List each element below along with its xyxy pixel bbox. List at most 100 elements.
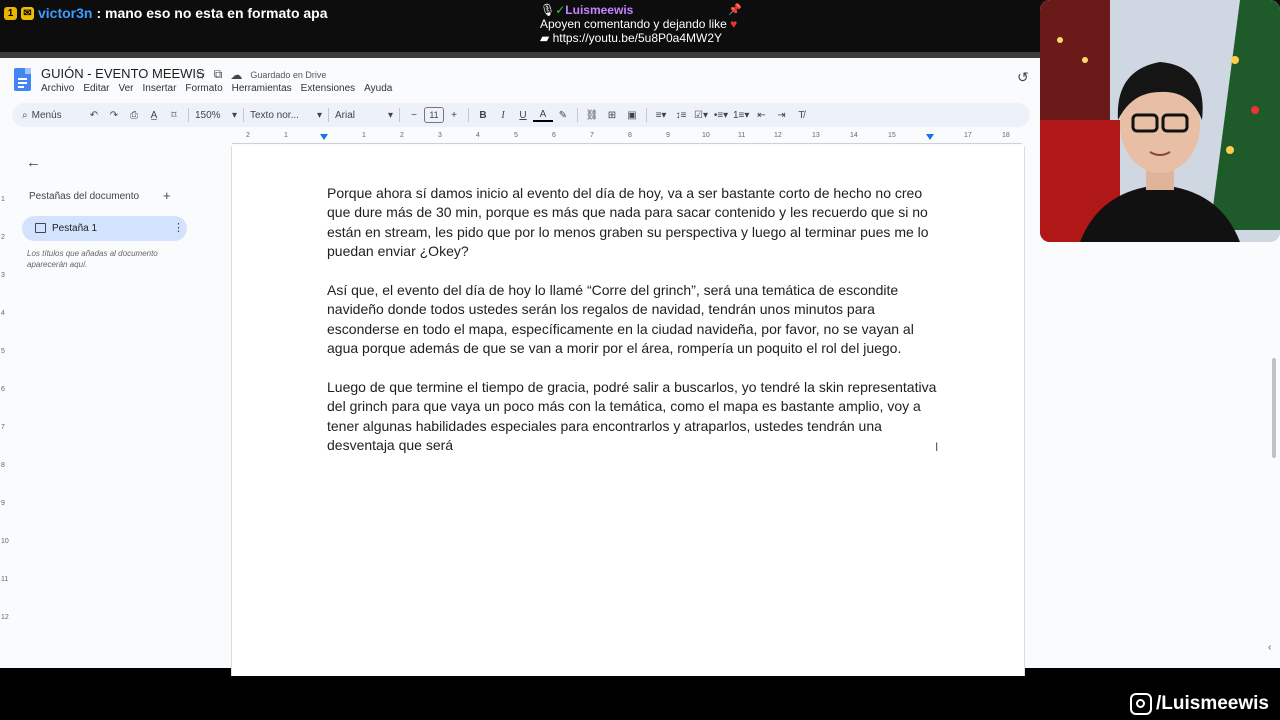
menu-insertar[interactable]: Insertar	[143, 83, 177, 94]
ruler-tick: 12	[774, 132, 782, 139]
menu-bar: Archivo Editar Ver Insertar Formato Herr…	[41, 83, 392, 94]
ruler-tick: 9	[666, 132, 670, 139]
comment-icon[interactable]: ⊞	[602, 105, 622, 125]
increase-indent-icon[interactable]: ⇥	[771, 105, 791, 125]
verified-icon: ✓	[555, 3, 566, 17]
more-options-icon[interactable]: ⋮	[173, 221, 184, 234]
chat-text: : mano eso no esta en formato apa	[96, 5, 328, 21]
ruler-tick: 3	[1, 272, 5, 279]
document-title[interactable]: GUIÓN - EVENTO MEEWIS	[41, 66, 205, 81]
webcam-feed	[1040, 0, 1280, 242]
chevron-down-icon: ▾	[387, 109, 393, 121]
print-icon[interactable]: ⎙	[124, 105, 144, 125]
sub-badge-icon: 1	[4, 6, 17, 20]
spellcheck-icon[interactable]: A̲	[144, 105, 164, 125]
redo-icon[interactable]: ↷	[104, 105, 124, 125]
ruler-tick: 2	[1, 234, 5, 241]
document-tabs-sidebar: ← Pestañas del documento + Pestaña 1 ⋮ L…	[12, 146, 212, 666]
title-actions: ☆ ⧉ ☁ Guardado en Drive	[195, 67, 326, 82]
ruler-tick: 1	[362, 132, 366, 139]
gift-badge-icon: ✉	[21, 6, 34, 20]
social-handle-text: /Luismeewis	[1156, 693, 1269, 714]
cloud-saved-icon[interactable]: ☁	[230, 68, 242, 82]
pinned-link[interactable]: https://youtu.be/5u8P0a4MW2Y	[553, 31, 722, 45]
menu-ver[interactable]: Ver	[118, 83, 133, 94]
version-history-icon[interactable]: ↺	[1017, 69, 1029, 86]
numbered-list-icon[interactable]: 1≡▾	[731, 105, 751, 125]
social-handle: /Luismeewis	[1130, 693, 1269, 715]
clear-formatting-icon[interactable]: T̸	[791, 105, 811, 125]
document-body[interactable]: Porque ahora sí damos inicio al evento d…	[327, 184, 937, 475]
saved-status: Guardado en Drive	[250, 69, 327, 80]
menu-extensiones[interactable]: Extensiones	[301, 83, 355, 94]
underline-icon[interactable]: U	[513, 105, 533, 125]
back-arrow-icon[interactable]: ←	[26, 154, 41, 171]
heart-icon: ♥	[730, 17, 738, 31]
ruler-tick: 9	[1, 500, 5, 507]
ruler-tick: 12	[1, 614, 9, 621]
ruler-tick: 1	[284, 132, 288, 139]
toolbar-divider	[577, 108, 578, 122]
paint-format-icon[interactable]: ⌑	[164, 105, 184, 125]
increase-font-size-icon[interactable]: +	[444, 105, 464, 125]
decrease-font-size-icon[interactable]: −	[404, 105, 424, 125]
menu-ayuda[interactable]: Ayuda	[364, 83, 392, 94]
ornament	[1231, 56, 1239, 64]
italic-icon[interactable]: I	[493, 105, 513, 125]
search-menus-button[interactable]: ⌕ Menús	[12, 105, 84, 125]
scrollbar-thumb[interactable]	[1272, 358, 1276, 458]
undo-icon[interactable]: ↶	[84, 105, 104, 125]
document-page[interactable]: Porque ahora sí damos inicio al evento d…	[231, 146, 1025, 676]
move-folder-icon[interactable]: ⧉	[214, 67, 223, 82]
bulleted-list-icon[interactable]: •≡▾	[711, 105, 731, 125]
link-icon[interactable]: ⛓	[582, 105, 602, 125]
paragraph[interactable]: Porque ahora sí damos inicio al evento d…	[327, 184, 937, 262]
light	[1057, 37, 1063, 43]
chevron-left-icon[interactable]: ‹	[1268, 642, 1271, 653]
highlight-icon[interactable]: ✎	[553, 105, 573, 125]
docs-logo-icon[interactable]	[14, 68, 31, 91]
paragraph[interactable]: Luego de que termine el tiempo de gracia…	[327, 378, 937, 456]
bold-icon[interactable]: B	[473, 105, 493, 125]
text-color-icon[interactable]: A	[533, 108, 553, 122]
ruler-tick: 6	[552, 132, 556, 139]
add-tab-icon[interactable]: +	[163, 188, 171, 203]
horizontal-ruler[interactable]: 2 1 1 2 3 4 5 6 7 8 9 10 11 12 13 14 15 …	[232, 130, 1022, 144]
paragraph[interactable]: Así que, el evento del día de hoy lo lla…	[327, 281, 937, 359]
right-indent-marker-icon[interactable]	[926, 134, 934, 140]
star-icon[interactable]: ☆	[195, 68, 206, 82]
ruler-tick: 10	[702, 132, 710, 139]
ruler-tick: 10	[1, 538, 9, 545]
tab-item-pestana-1[interactable]: Pestaña 1 ⋮	[22, 216, 187, 241]
decrease-indent-icon[interactable]: ⇤	[751, 105, 771, 125]
menu-editar[interactable]: Editar	[83, 83, 109, 94]
font-size-input[interactable]: 11	[424, 107, 444, 123]
toolbar-divider	[399, 108, 400, 122]
toolbar-divider	[328, 108, 329, 122]
instagram-icon	[1130, 693, 1152, 715]
ruler-tick: 5	[514, 132, 518, 139]
image-icon[interactable]: ▣	[622, 105, 642, 125]
toolbar-divider	[243, 108, 244, 122]
chevron-down-icon: ▾	[231, 109, 237, 121]
indent-marker-icon[interactable]	[320, 134, 328, 140]
ornament	[1251, 106, 1259, 114]
ruler-tick: 2	[246, 132, 250, 139]
align-left-icon[interactable]: ≡▾	[651, 105, 671, 125]
ruler-tick: 8	[628, 132, 632, 139]
tabs-hint: Los títulos que añadas al documento apar…	[27, 249, 158, 269]
pinned-text: Apoyen comentando y dejando like	[540, 17, 727, 31]
paragraph-style-select[interactable]: Texto nor... ▾	[248, 105, 324, 125]
menu-herramientas[interactable]: Herramientas	[232, 83, 292, 94]
font-select[interactable]: Arial ▾	[333, 105, 395, 125]
ruler-tick: 7	[590, 132, 594, 139]
vertical-ruler[interactable]: 1 2 3 4 5 6 7 8 9 10 11 12	[0, 146, 10, 666]
mic-icon: 🎙	[540, 3, 556, 17]
line-spacing-icon[interactable]: ↕≡	[671, 105, 691, 125]
menu-formato[interactable]: Formato	[185, 83, 222, 94]
toolbar-divider	[646, 108, 647, 122]
zoom-select[interactable]: 150% ▾	[193, 105, 239, 125]
menu-archivo[interactable]: Archivo	[41, 83, 74, 94]
checklist-icon[interactable]: ☑▾	[691, 105, 711, 125]
text-cursor-icon: I	[935, 440, 939, 454]
